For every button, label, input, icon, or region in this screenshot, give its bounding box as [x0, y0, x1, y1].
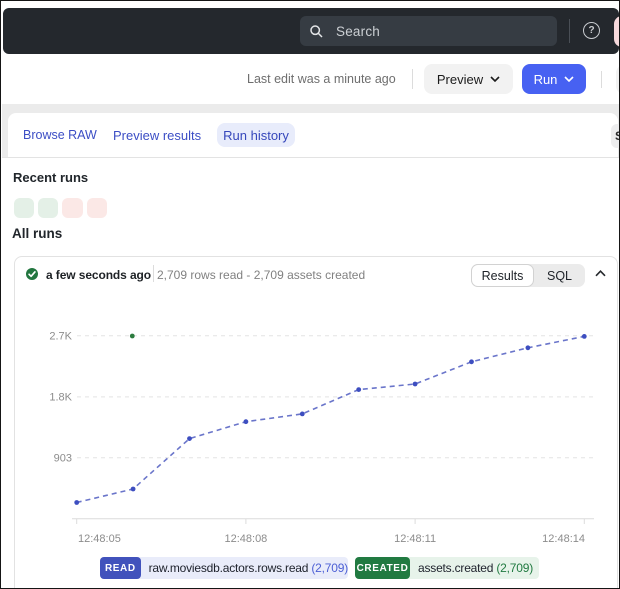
svg-text:12:48:08: 12:48:08 [224, 533, 267, 545]
svg-text:2.7K: 2.7K [49, 331, 72, 343]
svg-text:12:48:05: 12:48:05 [78, 533, 121, 545]
svg-text:903: 903 [54, 453, 72, 465]
svg-text:1.8K: 1.8K [49, 392, 72, 404]
svg-text:12:48:14: 12:48:14 [542, 533, 585, 545]
svg-text:12:48:11: 12:48:11 [394, 533, 436, 545]
